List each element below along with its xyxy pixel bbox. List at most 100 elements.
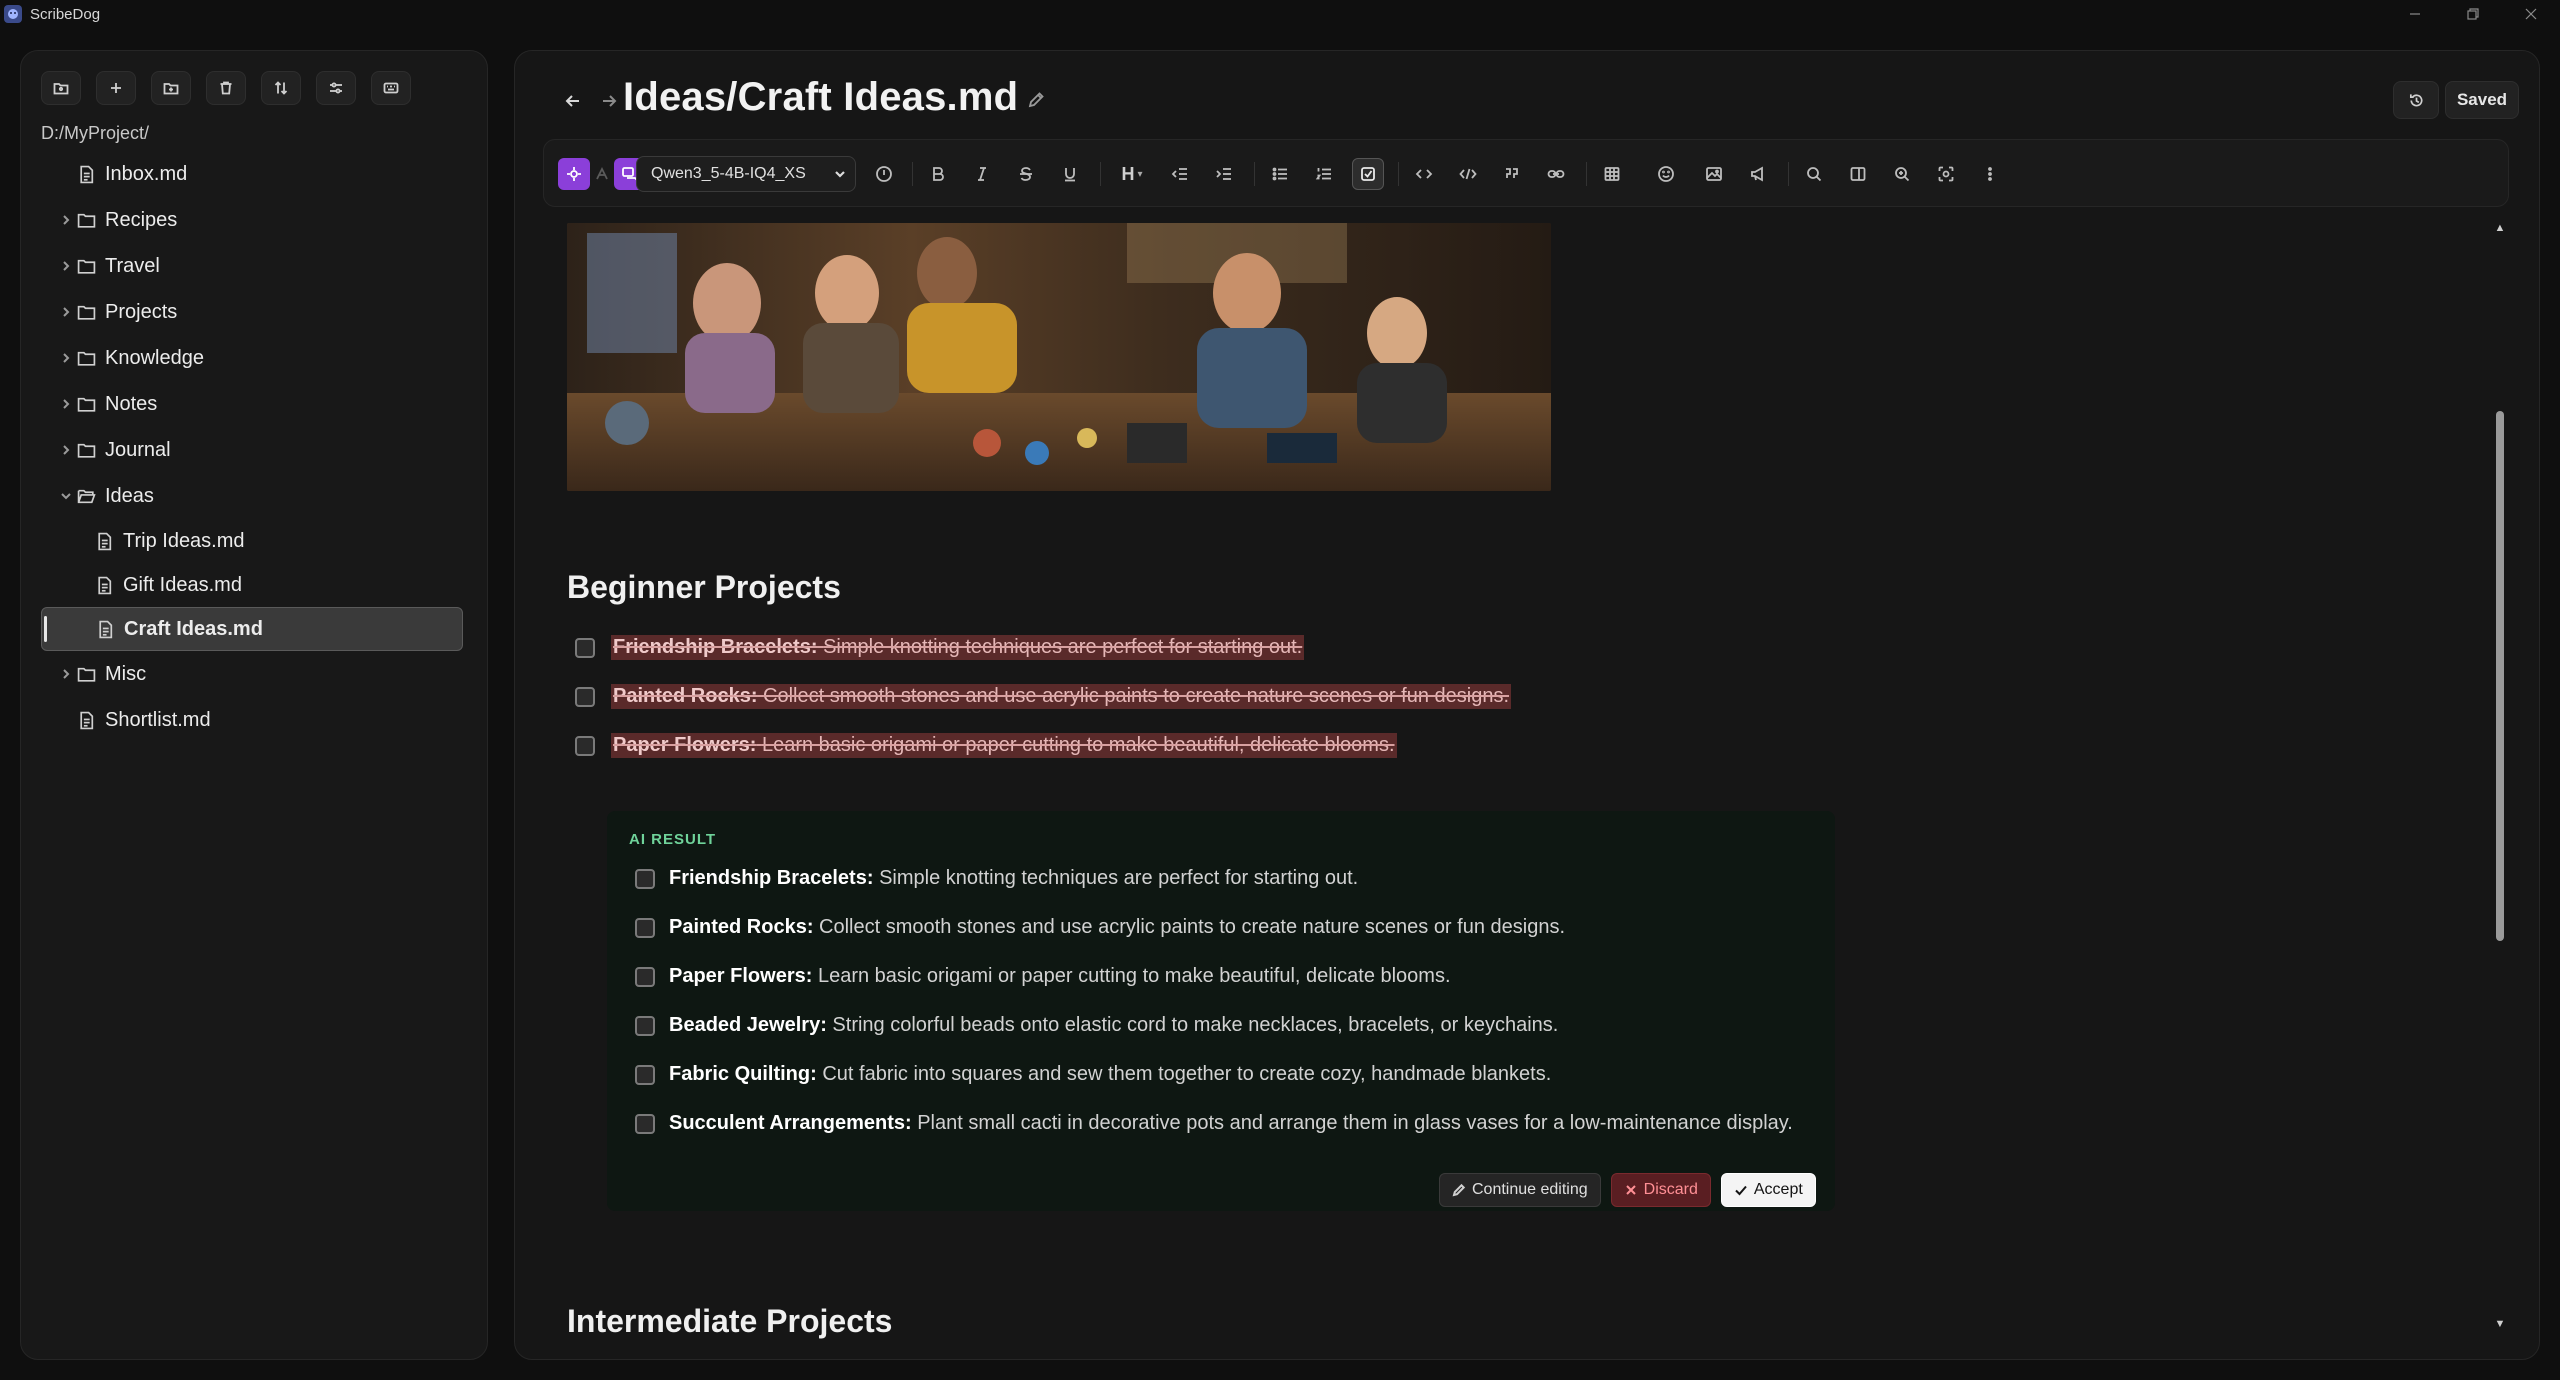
toolbar-divider — [912, 162, 913, 186]
info-icon — [876, 166, 892, 182]
ai-sparkle-icon — [567, 167, 581, 181]
continue-editing-button[interactable]: Continue editing — [1439, 1173, 1601, 1207]
image-button[interactable] — [1698, 158, 1730, 190]
task-checkbox[interactable] — [635, 917, 655, 938]
search-button[interactable] — [1798, 158, 1830, 190]
tree-item-notes[interactable]: Notes — [41, 381, 463, 427]
tree-item-gift-ideas[interactable]: Gift Ideas.md — [41, 563, 463, 607]
scroll-down-icon[interactable]: ▼ — [2493, 1317, 2507, 1331]
zoom-button[interactable] — [1886, 158, 1918, 190]
tree-item-trip-ideas[interactable]: Trip Ideas.md — [41, 519, 463, 563]
more-options-button[interactable] — [1974, 158, 2006, 190]
tree-item-knowledge[interactable]: Knowledge — [41, 335, 463, 381]
inline-code-button[interactable] — [1408, 158, 1440, 190]
forward-button[interactable] — [595, 87, 623, 115]
task-checkbox[interactable] — [635, 1064, 655, 1085]
heading-button[interactable]: H ▾ — [1110, 158, 1154, 190]
outdent-icon — [1171, 168, 1187, 180]
chevron-right-icon[interactable] — [57, 665, 75, 683]
task-checkbox[interactable] — [575, 735, 595, 756]
tree-item-journal[interactable]: Journal — [41, 427, 463, 473]
zoom-in-icon — [1895, 167, 1910, 182]
link-icon — [1547, 170, 1565, 178]
numbered-list-button[interactable] — [1308, 158, 1340, 190]
tree-item-label: Notes — [105, 392, 158, 415]
folder-icon — [75, 663, 97, 685]
scroll-up-icon[interactable]: ▲ — [2493, 221, 2507, 235]
chevron-right-icon[interactable] — [57, 257, 75, 275]
chevron-right-icon[interactable] — [57, 349, 75, 367]
model-select[interactable]: Qwen3_5-4B-IQ4_XS — [636, 156, 856, 192]
task-item: Fabric Quilting: Cut fabric into squares… — [635, 1050, 1793, 1099]
tree-item-ideas[interactable]: Ideas — [41, 473, 463, 519]
folder-icon — [75, 347, 97, 369]
close-icon[interactable] — [2502, 0, 2560, 28]
task-checkbox[interactable] — [635, 966, 655, 987]
tree-item-misc[interactable]: Misc — [41, 651, 463, 697]
tree-item-shortlist[interactable]: Shortlist.md — [41, 697, 463, 743]
underline-button[interactable] — [1054, 158, 1086, 190]
emoji-button[interactable] — [1650, 158, 1682, 190]
rename-button[interactable] — [1025, 89, 1047, 111]
quote-button[interactable] — [1496, 158, 1528, 190]
saved-status-button[interactable]: Saved — [2445, 81, 2519, 119]
minimize-icon[interactable] — [2386, 0, 2444, 28]
tree-item-projects[interactable]: Projects — [41, 289, 463, 335]
underline-icon — [1065, 168, 1075, 182]
task-checkbox[interactable] — [575, 637, 595, 658]
code-block-button[interactable] — [1452, 158, 1484, 190]
strikethrough-button[interactable] — [1010, 158, 1042, 190]
editor-scrollbar[interactable]: ▲ ▼ — [2493, 221, 2507, 1331]
task-item-deleted: Friendship Bracelets: Simple knotting te… — [567, 623, 1511, 672]
chevron-right-icon[interactable] — [57, 211, 75, 229]
task-text: Fabric Quilting: Cut fabric into squares… — [669, 1063, 1552, 1085]
chevron-right-icon[interactable] — [57, 441, 75, 459]
folder-icon — [75, 301, 97, 323]
chevron-down-icon[interactable] — [57, 487, 75, 505]
task-checkbox[interactable] — [575, 686, 595, 707]
tree-item-inbox[interactable]: Inbox.md — [41, 151, 463, 197]
history-button[interactable] — [2393, 81, 2439, 119]
filter-button[interactable] — [316, 71, 356, 105]
split-view-button[interactable] — [1842, 158, 1874, 190]
task-checkbox[interactable] — [635, 1015, 655, 1036]
accept-label: Accept — [1753, 1181, 1803, 1198]
outdent-button[interactable] — [1164, 158, 1196, 190]
delete-button[interactable] — [206, 71, 246, 105]
italic-button[interactable] — [966, 158, 998, 190]
chevron-right-icon[interactable] — [57, 303, 75, 321]
chevron-right-icon[interactable] — [57, 395, 75, 413]
discard-button[interactable]: Discard — [1610, 1173, 1711, 1207]
bullet-list-button[interactable] — [1264, 158, 1296, 190]
tree-item-label: Ideas — [105, 484, 154, 507]
task-checkbox[interactable] — [635, 868, 655, 889]
sliders-icon — [330, 82, 342, 94]
table-button[interactable] — [1596, 158, 1628, 190]
callout-button[interactable] — [1742, 158, 1774, 190]
bold-icon — [933, 167, 944, 181]
scrollbar-thumb[interactable] — [2496, 411, 2504, 941]
sort-button[interactable] — [261, 71, 301, 105]
link-button[interactable] — [1540, 158, 1572, 190]
open-folder-button[interactable] — [41, 71, 81, 105]
task-text: Succulent Arrangements: Plant small cact… — [669, 1112, 1793, 1134]
tree-item-craft-ideas[interactable]: Craft Ideas.md — [41, 607, 463, 651]
task-list-button[interactable] — [1352, 158, 1384, 190]
focus-mode-button[interactable] — [1930, 158, 1962, 190]
strikethrough-icon — [1020, 167, 1032, 181]
restore-icon[interactable] — [2444, 0, 2502, 28]
bold-button[interactable] — [922, 158, 954, 190]
task-checkbox[interactable] — [635, 1113, 655, 1134]
back-button[interactable] — [559, 87, 587, 115]
accept-button[interactable]: Accept — [1720, 1173, 1816, 1207]
window-controls — [2386, 0, 2560, 28]
model-info-button[interactable] — [868, 158, 900, 190]
new-file-button[interactable] — [96, 71, 136, 105]
folder-icon — [75, 393, 97, 415]
close-icon — [1625, 1185, 1636, 1195]
keyboard-button[interactable] — [371, 71, 411, 105]
tree-item-recipes[interactable]: Recipes — [41, 197, 463, 243]
indent-button[interactable] — [1208, 158, 1240, 190]
tree-item-travel[interactable]: Travel — [41, 243, 463, 289]
new-folder-button[interactable] — [151, 71, 191, 105]
